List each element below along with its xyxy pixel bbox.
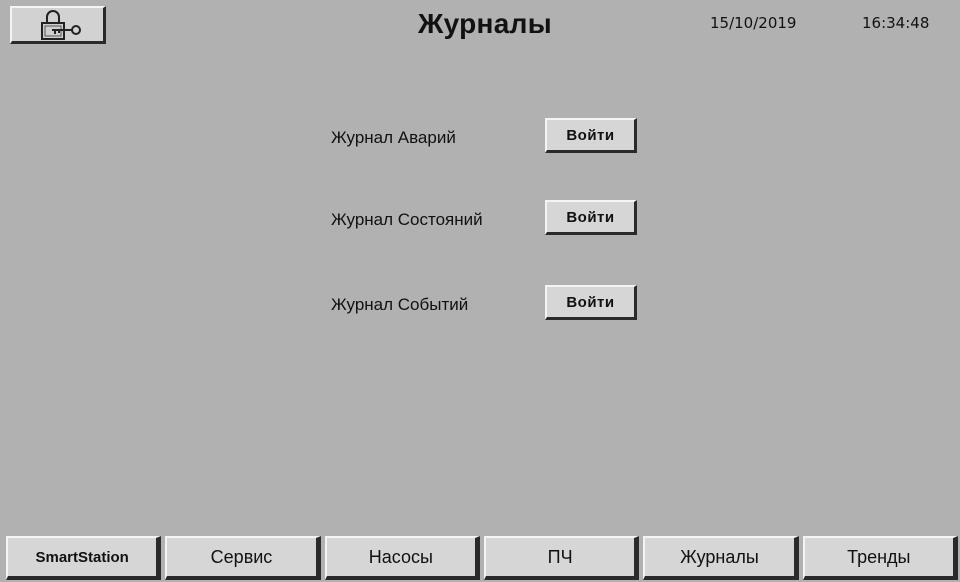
alarm-log-enter-button[interactable]: Войти xyxy=(545,118,637,153)
page-title: Журналы xyxy=(418,8,552,39)
date-display: 15/10/2019 xyxy=(710,14,797,32)
state-log-enter-button[interactable]: Войти xyxy=(545,200,637,235)
event-log-label: Журнал Событий xyxy=(331,295,469,314)
login-button[interactable] xyxy=(10,6,106,44)
nav-tab-logs[interactable]: Журналы xyxy=(643,536,799,580)
time-display: 16:34:48 xyxy=(862,14,930,32)
nav-tab-trends[interactable]: Тренды xyxy=(802,536,958,580)
event-log-enter-button[interactable]: Войти xyxy=(545,285,637,320)
nav-tab-smartstation[interactable]: SmartStation xyxy=(6,536,162,580)
nav-tab-frequency-converter[interactable]: ПЧ xyxy=(483,536,640,580)
nav-tab-pumps[interactable]: Насосы xyxy=(324,536,480,580)
lock-key-icon xyxy=(40,9,81,40)
alarm-log-label: Журнал Аварий xyxy=(331,128,456,147)
state-log-label: Журнал Состояний xyxy=(331,210,483,229)
nav-tab-service[interactable]: Сервис xyxy=(165,536,321,580)
bottom-navigation: SmartStation Сервис Насосы ПЧ Журналы Тр… xyxy=(6,536,958,580)
